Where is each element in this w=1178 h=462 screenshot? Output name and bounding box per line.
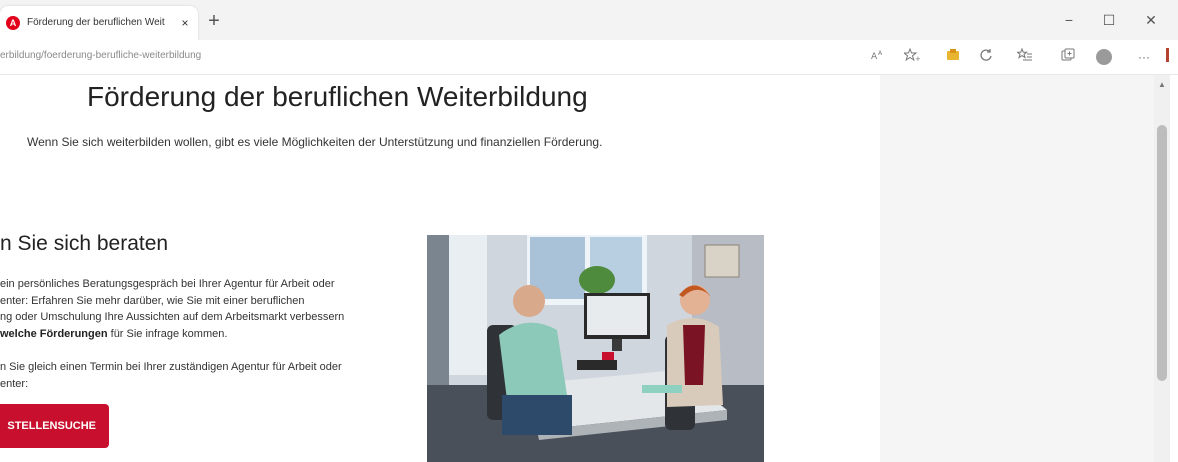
funding-link[interactable]: welche Förderungen (0, 328, 108, 340)
arbeitsagentur-favicon-icon: A (6, 16, 20, 30)
paragraph-line: enter: (0, 377, 29, 390)
paragraph-line: ein persönliches Beratungsgespräch bei I… (0, 278, 335, 290)
page-side-gutter (880, 75, 1154, 462)
paragraph-line: ng oder Umschulung Ihre Aussichten auf d… (0, 311, 345, 323)
svg-text:A: A (878, 50, 883, 57)
profile-icon[interactable] (1096, 49, 1112, 65)
favorites-icon[interactable] (1015, 47, 1035, 66)
refresh-icon[interactable] (976, 48, 996, 66)
collections-icon[interactable] (1058, 48, 1078, 66)
svg-text:A: A (871, 52, 878, 61)
tab-close-icon[interactable]: × (178, 15, 192, 31)
address-bar[interactable]: erbildung/foerderung-berufliche-weiterbi… (0, 50, 520, 64)
consultation-paragraph: ein persönliches Beratungsgespräch bei I… (0, 276, 420, 342)
favorite-add-icon[interactable]: + (902, 47, 922, 66)
toolbar-accent (1166, 48, 1169, 62)
paragraph-line: welche Förderungen für Sie infrage komme… (0, 326, 420, 343)
paragraph-line: enter: Erfahren Sie mehr darüber, wie Si… (0, 294, 305, 307)
extension-icon[interactable] (943, 48, 963, 66)
tab-strip: A Förderung der beruflichen Weit × + − ☐… (0, 0, 1178, 40)
close-window-button[interactable]: ✕ (1136, 8, 1166, 32)
read-aloud-icon[interactable]: AA (868, 48, 888, 66)
stellensuche-button[interactable]: STELLENSUCHE (0, 404, 109, 448)
browser-tab[interactable]: A Förderung der beruflichen Weit × (0, 6, 198, 40)
address-toolbar: erbildung/foerderung-berufliche-weiterbi… (0, 40, 1178, 75)
scrollbar-thumb[interactable] (1157, 125, 1167, 381)
svg-text:+: + (915, 55, 920, 62)
scroll-up-arrow-icon[interactable]: ▲ (1156, 80, 1168, 90)
appointment-paragraph: n Sie gleich einen Termin bei Ihrer zust… (0, 359, 420, 392)
consultation-photo (427, 235, 764, 462)
intro-text: Wenn Sie sich weiterbilden wollen, gibt … (27, 135, 603, 149)
section-heading: n Sie sich beraten (0, 232, 169, 255)
more-icon[interactable]: ··· (1134, 48, 1154, 66)
minimize-button[interactable]: − (1054, 8, 1084, 32)
paragraph-line: n Sie gleich einen Termin bei Ihrer zust… (0, 361, 342, 373)
page-title: Förderung der beruflichen Weiterbildung (87, 81, 588, 112)
maximize-button[interactable]: ☐ (1094, 8, 1124, 32)
tab-title: Förderung der beruflichen Weit (27, 17, 165, 28)
new-tab-button[interactable]: + (203, 11, 225, 32)
paragraph-text: für Sie infrage kommen. (107, 327, 228, 340)
